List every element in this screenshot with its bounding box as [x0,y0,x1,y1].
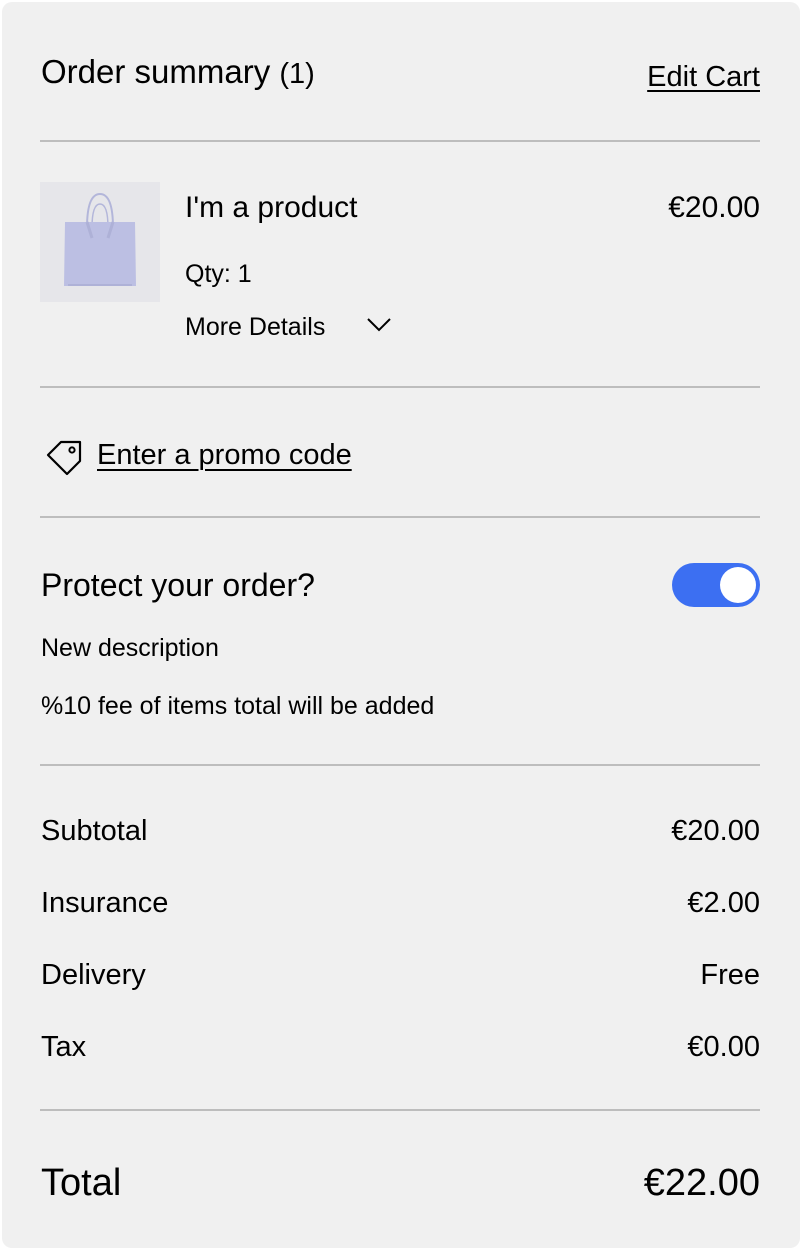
toggle-knob [720,567,756,603]
item-count: (1) [279,58,315,90]
delivery-label: Delivery [41,959,146,991]
protect-order-fee-note: %10 fee of items total will be added [41,692,435,720]
insurance-label: Insurance [41,887,169,919]
subtotal-value: €20.00 [671,815,760,847]
divider [40,140,760,142]
subtotal-label: Subtotal [41,815,148,847]
insurance-value: €2.00 [687,887,760,919]
product-thumbnail [40,182,160,302]
protect-order-title: Protect your order? [41,567,315,603]
chevron-down-icon[interactable] [366,317,392,333]
product-price: €20.00 [668,191,760,224]
divider [40,386,760,388]
promo-code-link[interactable]: Enter a promo code [97,436,352,474]
protect-order-description: New description [41,634,219,662]
divider [40,764,760,766]
edit-cart-link[interactable]: Edit Cart [647,59,760,95]
product-name: I'm a product [185,191,358,224]
tag-icon [46,440,82,476]
delivery-value: Free [700,959,760,991]
protect-order-toggle[interactable] [672,563,760,607]
divider [40,1109,760,1111]
more-details-toggle[interactable]: More Details [185,311,325,343]
order-summary-heading: Order summary [41,53,271,90]
order-summary-title: Order summary (1) [41,52,315,94]
divider [40,516,760,518]
tax-label: Tax [41,1031,87,1063]
tote-bag-image [64,192,136,286]
tax-value: €0.00 [687,1031,760,1063]
order-summary-panel: Order summary (1) Edit Cart I'm a produc… [2,2,800,1248]
total-label: Total [41,1162,122,1204]
product-quantity: Qty: 1 [185,260,252,288]
total-value: €22.00 [643,1162,760,1204]
